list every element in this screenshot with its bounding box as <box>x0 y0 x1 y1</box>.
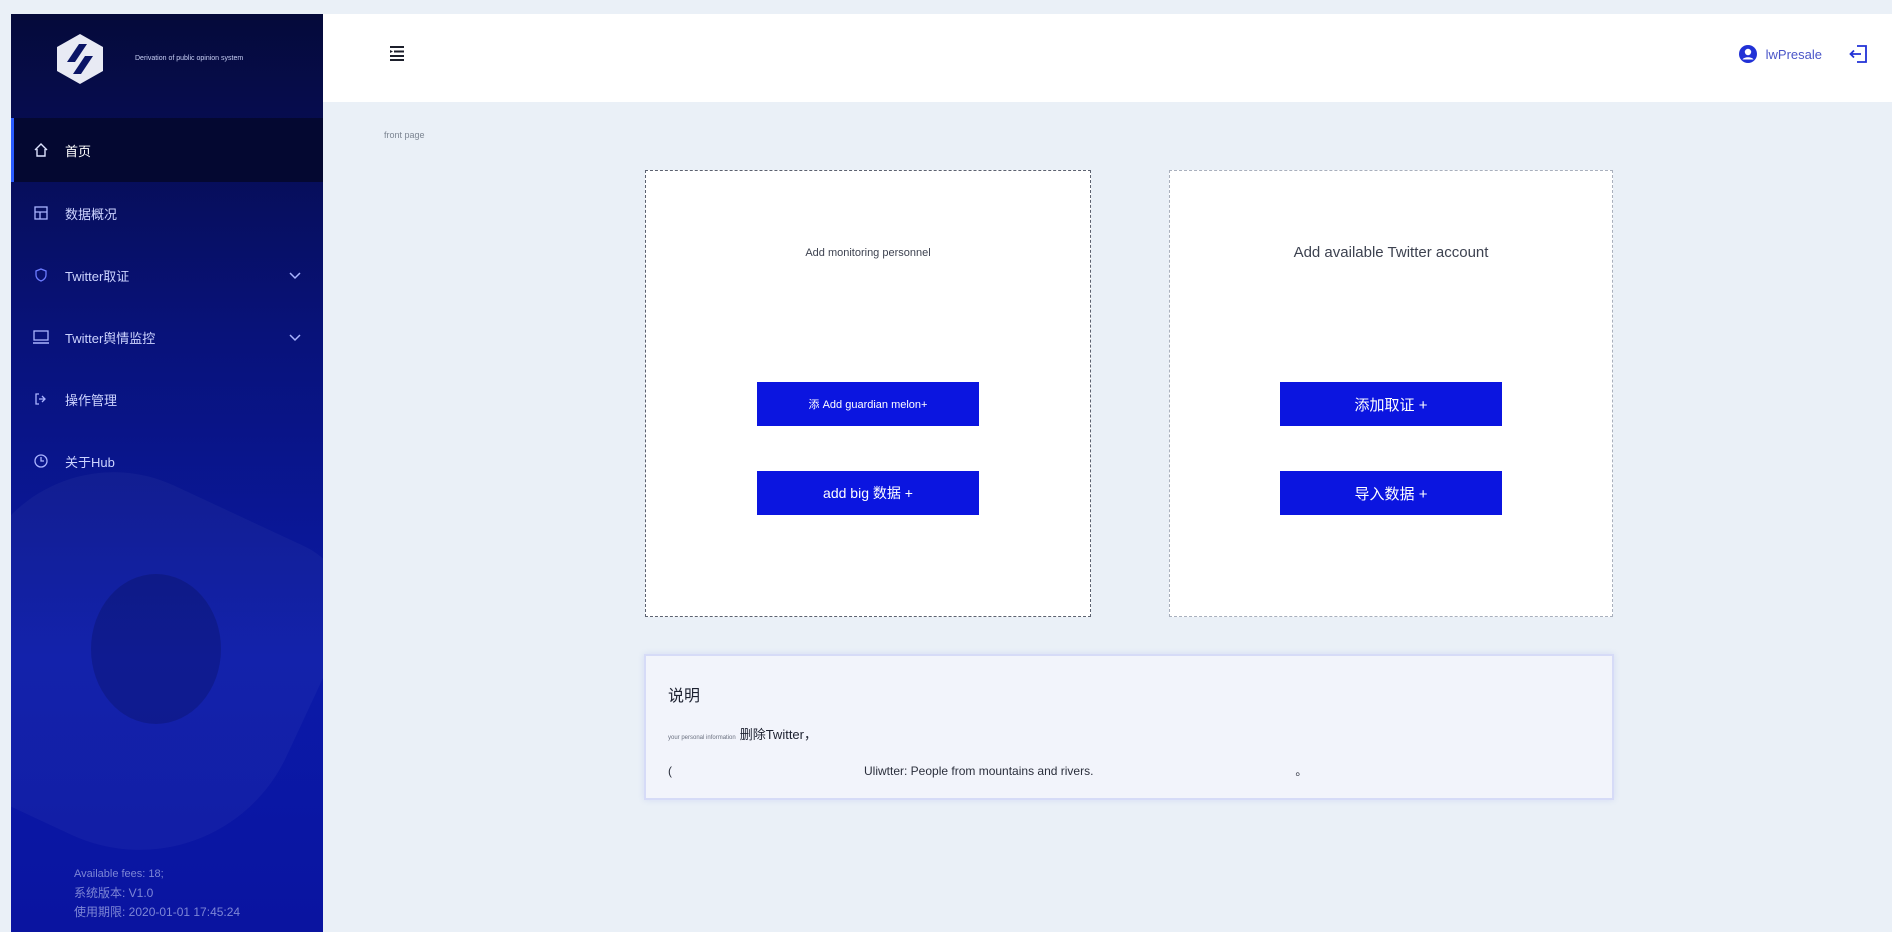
breadcrumb[interactable]: front page <box>384 130 425 140</box>
sidebar-item-label: 首页 <box>65 143 92 159</box>
chevron-down-icon <box>287 329 303 348</box>
sidebar-item-operation-log[interactable]: 操作管理 <box>11 368 323 430</box>
available-fees: Available fees: 18; <box>74 868 164 880</box>
top-header: lwPresale <box>323 14 1892 102</box>
card-title: Add monitoring personnel <box>805 247 931 259</box>
clock-icon <box>31 451 51 471</box>
twitter-account-card: Add available Twitter account 添加取证 + 导入数… <box>1169 170 1613 617</box>
sidebar-item-home[interactable]: 首页 <box>11 118 323 182</box>
sidebar-item-label: Twitter取证 <box>65 268 130 284</box>
instructions-line-2-trail: 。 <box>1295 764 1308 778</box>
instructions-line-2: ( Uliwtter: People from mountains and riv… <box>668 762 1307 779</box>
user-area: lwPresale <box>1738 43 1870 65</box>
usage-expiry: 使用期限: 2020-01-01 17:45:24 <box>74 905 241 919</box>
sidebar-item-about[interactable]: 关于Hub <box>11 430 323 492</box>
import-data-button[interactable]: 导入数据 + <box>1280 471 1502 515</box>
instructions-line-1: your personal information 删除Twitter， <box>668 724 817 743</box>
instructions-line-2-lead: ( <box>668 764 672 778</box>
sidebar-item-twitter-forensics[interactable]: Twitter取证 <box>11 244 323 306</box>
shield-icon <box>31 265 51 285</box>
brand-title: Derivation of public opinion system <box>135 55 244 62</box>
brand: Derivation of public opinion system <box>11 14 323 104</box>
sidebar-item-label: Twitter舆情监控 <box>65 330 156 346</box>
sidebar-item-data-overview[interactable]: 数据概况 <box>11 182 323 244</box>
menu-toggle-icon[interactable] <box>386 42 408 64</box>
card-title: Add available Twitter account <box>1293 244 1489 261</box>
add-guardian-button[interactable]: 添 Add guardian melon+ <box>757 382 979 426</box>
delete-twitter-text: 删除Twitter， <box>739 727 817 742</box>
brand-text: Derivation of public opinion system <box>135 54 243 64</box>
system-version: 系统版本: V1.0 <box>74 886 154 900</box>
personal-info-note: your personal information <box>668 735 736 741</box>
add-forensics-button[interactable]: 添加取证 + <box>1280 382 1502 426</box>
grid-icon <box>31 203 51 223</box>
logout-icon[interactable] <box>1848 43 1870 65</box>
home-icon <box>31 140 51 160</box>
monitor-icon <box>31 327 51 347</box>
log-icon <box>31 389 51 409</box>
instructions-panel: 说明 your personal information 删除Twitter， (… <box>644 654 1614 800</box>
username[interactable]: lwPresale <box>1766 47 1822 62</box>
sidebar-nav: 首页 数据概况 Twitter取证 Twitter舆情监控 操作管理 关于Hub <box>11 118 323 492</box>
sidebar-item-label: 数据概况 <box>65 206 118 222</box>
instructions-title: 说明 <box>668 688 701 705</box>
chevron-down-icon <box>287 267 303 286</box>
logo-icon <box>53 32 107 86</box>
monitoring-personnel-card: Add monitoring personnel 添 Add guardian … <box>645 170 1091 617</box>
sidebar-item-label: 操作管理 <box>65 392 118 408</box>
instructions-line-2-text: Uliwtter: People from mountains and rive… <box>864 764 1094 778</box>
sidebar-footer: Available fees: 18; 系统版本: V1.0 使用期限: 202… <box>74 865 240 922</box>
user-avatar-icon[interactable] <box>1738 44 1758 64</box>
sidebar-item-label: 关于Hub <box>65 454 115 470</box>
sidebar-item-twitter-monitor[interactable]: Twitter舆情监控 <box>11 306 323 368</box>
add-big-data-button[interactable]: add big 数据 + <box>757 471 979 515</box>
sidebar: Derivation of public opinion system 首页 数… <box>11 14 323 932</box>
